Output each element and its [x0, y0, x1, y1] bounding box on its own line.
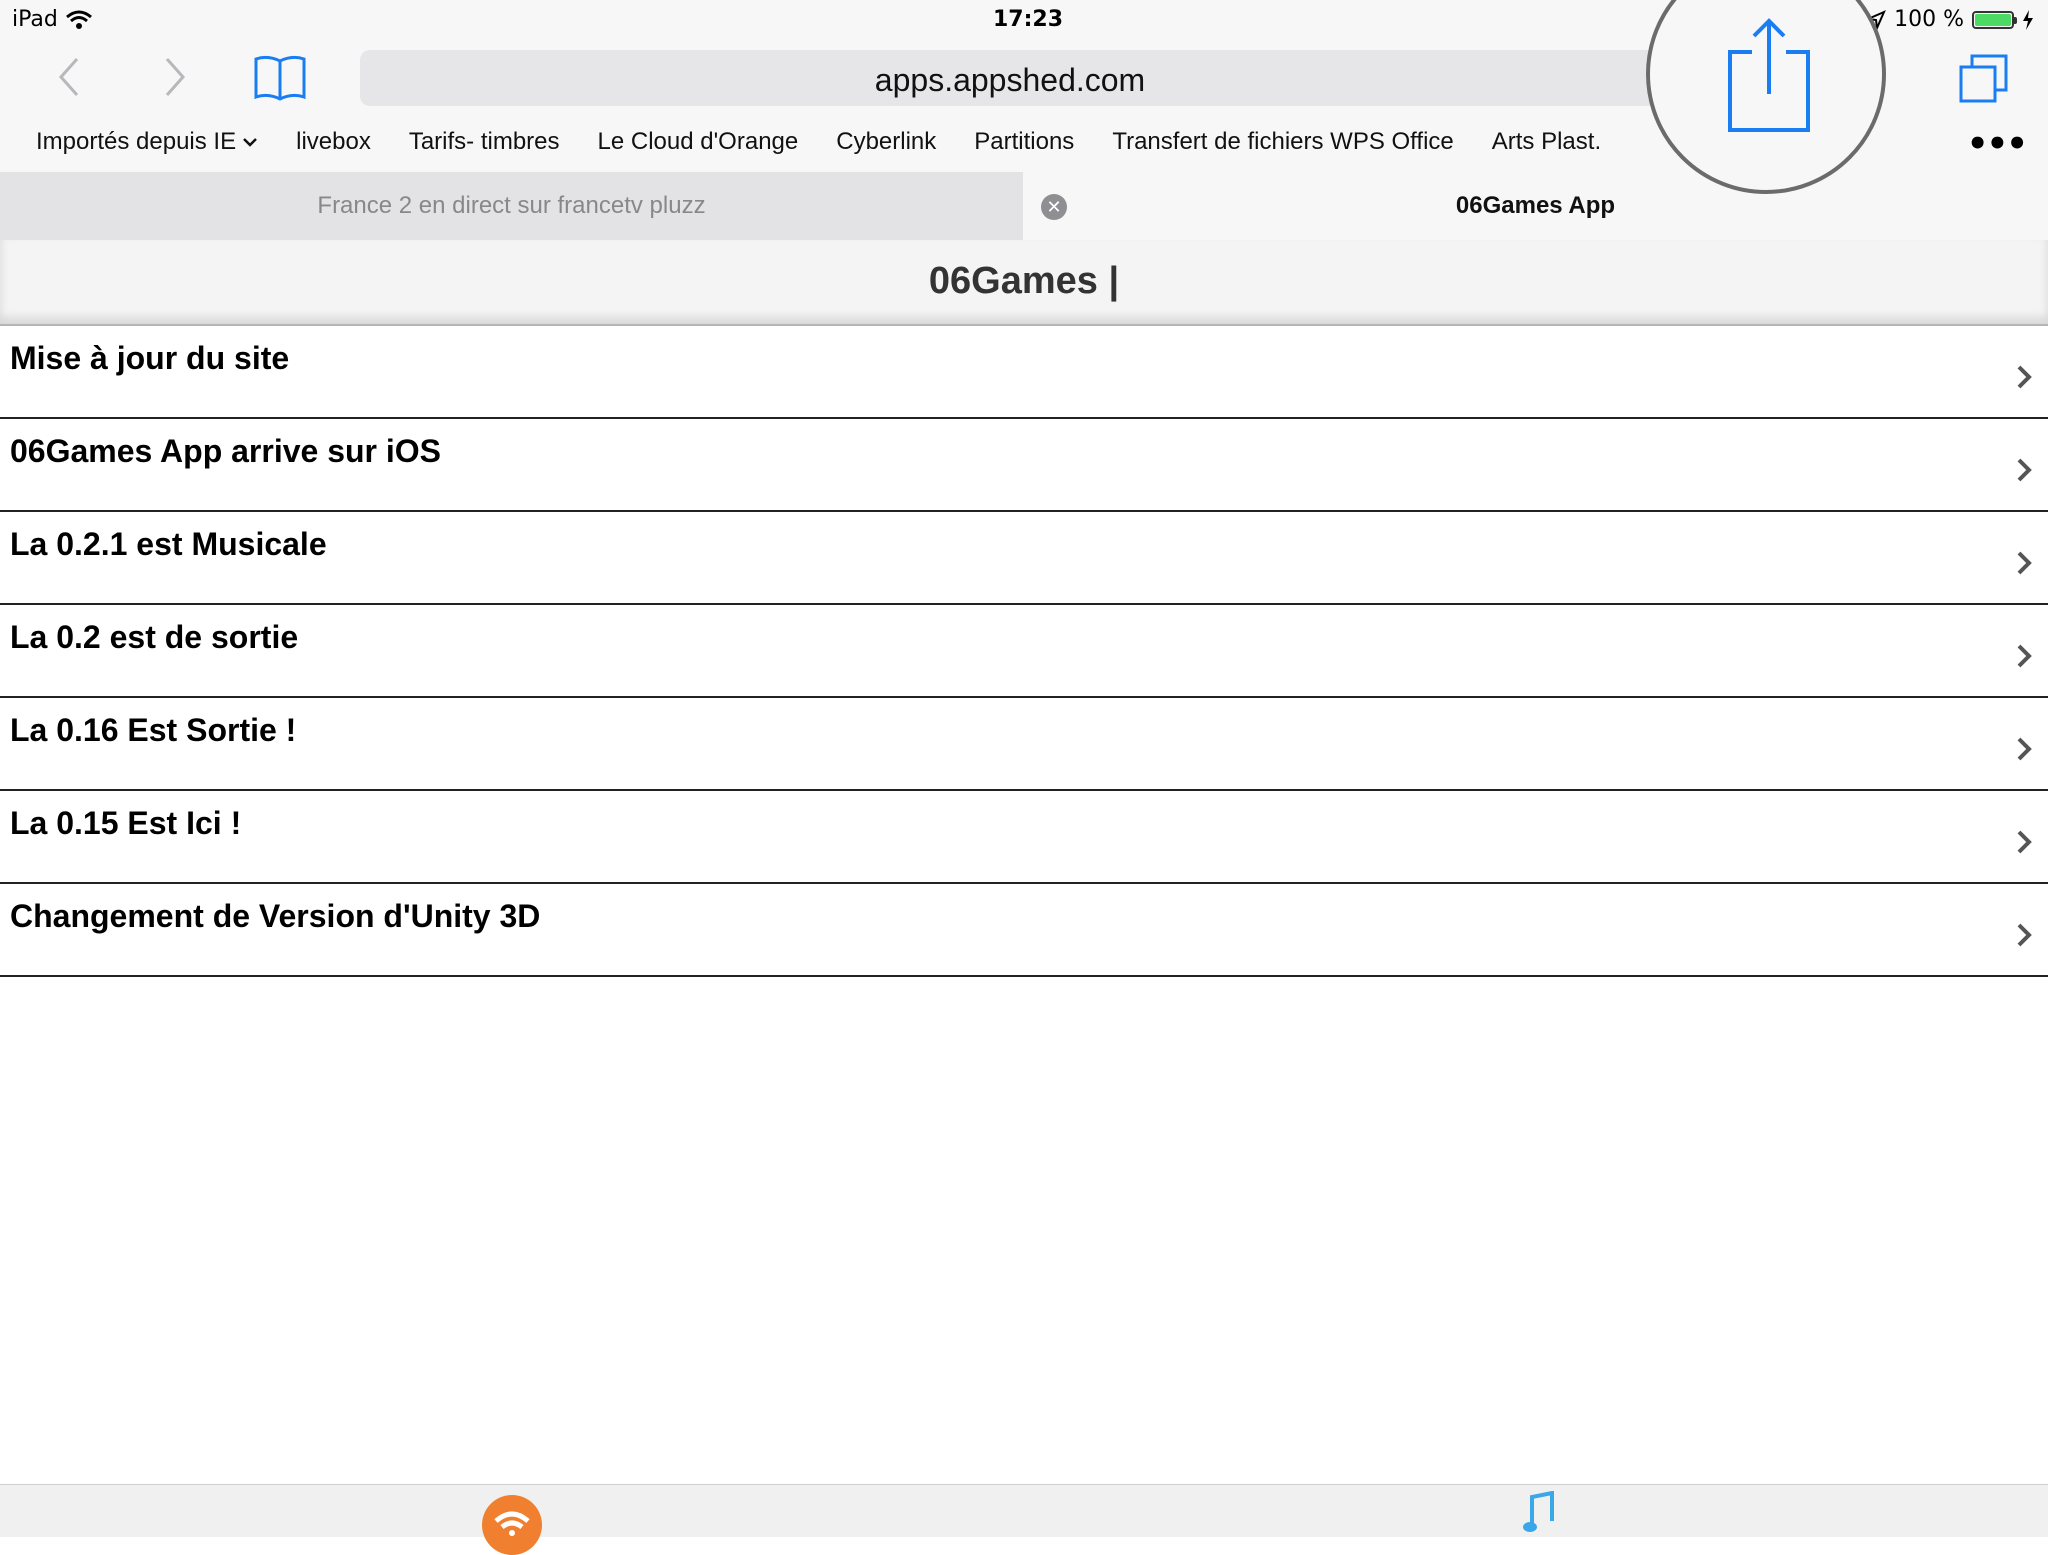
- wifi-icon[interactable]: [482, 1495, 542, 1555]
- music-icon[interactable]: [1522, 1491, 1558, 1537]
- bookmark-tarifs-timbres[interactable]: Tarifs- timbres: [409, 128, 560, 156]
- status-right: 100 %: [1866, 7, 2034, 32]
- tab-06games[interactable]: ✕ 06Games App: [1023, 172, 2048, 240]
- bookmarks-icon: [254, 55, 306, 101]
- list-item[interactable]: La 0.15 Est Ici !: [0, 791, 2048, 884]
- more-icon[interactable]: •••: [1967, 124, 2028, 164]
- page-title: 06Games |: [928, 260, 1120, 302]
- tab-label: 06Games App: [1455, 192, 1616, 219]
- battery-icon: [1972, 10, 2017, 29]
- chevron-right-icon: [2017, 551, 2032, 575]
- chevron-right-icon: [2017, 365, 2032, 389]
- tabs-icon[interactable]: [1958, 54, 2010, 104]
- list-item-label: Mise à jour du site: [10, 340, 290, 376]
- bookmarks-button[interactable]: [252, 52, 308, 102]
- chevron-down-icon: [243, 138, 257, 147]
- list-item[interactable]: Changement de Version d'Unity 3D: [0, 884, 2048, 977]
- list-item-label: Changement de Version d'Unity 3D: [10, 898, 541, 934]
- list-item[interactable]: La 0.16 Est Sortie !: [0, 698, 2048, 791]
- bookmark-cloud-orange[interactable]: Le Cloud d'Orange: [598, 128, 799, 156]
- news-list: Mise à jour du site 06Games App arrive s…: [0, 326, 2048, 977]
- tab-label: France 2 en direct sur francetv pluzz: [317, 192, 706, 219]
- battery-percent: 100 %: [1894, 7, 1964, 32]
- chevron-right-icon: [2017, 458, 2032, 482]
- chevron-right-icon: [2017, 923, 2032, 947]
- list-item-label: La 0.16 Est Sortie !: [10, 712, 297, 748]
- address-bar[interactable]: apps.appshed.com: [360, 50, 1660, 106]
- list-item[interactable]: Mise à jour du site: [0, 326, 2048, 419]
- bookmark-partitions[interactable]: Partitions: [974, 128, 1074, 156]
- back-button[interactable]: [44, 52, 94, 102]
- bookmarks-list: Importés depuis IE livebox Tarifs- timbr…: [36, 128, 1601, 156]
- list-item[interactable]: La 0.2.1 est Musicale: [0, 512, 2048, 605]
- page-header: 06Games |: [0, 240, 2048, 326]
- back-icon: [58, 58, 79, 96]
- chevron-right-icon: [2017, 830, 2032, 854]
- chevron-right-icon: [2017, 644, 2032, 668]
- chevron-right-icon: [2017, 737, 2032, 761]
- bookmark-wps-transfer[interactable]: Transfert de fichiers WPS Office: [1112, 128, 1453, 156]
- bookmark-folder-ie[interactable]: Importés depuis IE: [36, 128, 258, 156]
- url-text: apps.appshed.com: [874, 62, 1146, 98]
- list-item-label: 06Games App arrive sur iOS: [10, 433, 442, 469]
- bookmark-livebox[interactable]: livebox: [296, 128, 371, 156]
- bookmark-arts-plast[interactable]: Arts Plast.: [1492, 128, 1601, 156]
- list-item-label: La 0.2 est de sortie: [10, 619, 299, 655]
- app-bottom-bar: [0, 1484, 2048, 1555]
- list-item-label: La 0.15 Est Ici !: [10, 805, 242, 841]
- bookmark-label: Importés depuis IE: [36, 128, 237, 155]
- battery-fill: [1975, 13, 2011, 26]
- list-item[interactable]: La 0.2 est de sortie: [0, 605, 2048, 698]
- forward-button[interactable]: [150, 52, 200, 102]
- list-item[interactable]: 06Games App arrive sur iOS: [0, 419, 2048, 512]
- bookmark-cyberlink[interactable]: Cyberlink: [836, 128, 936, 156]
- tab-france2[interactable]: France 2 en direct sur francetv pluzz: [0, 172, 1023, 240]
- forward-icon: [165, 58, 186, 96]
- charging-icon: [2023, 9, 2033, 30]
- list-item-label: La 0.2.1 est Musicale: [10, 526, 327, 562]
- share-icon[interactable]: [1724, 16, 1814, 136]
